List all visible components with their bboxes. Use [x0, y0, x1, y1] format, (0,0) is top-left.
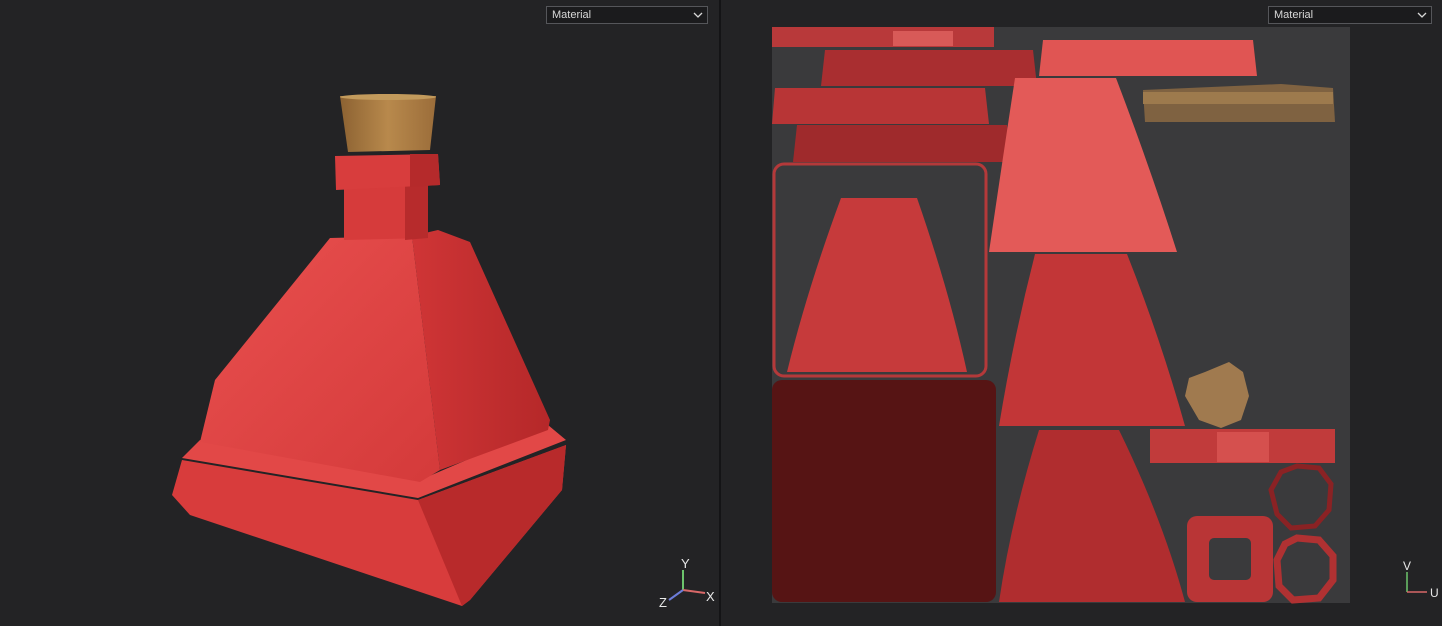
- chevron-down-icon: [1417, 12, 1427, 18]
- axis-gizmo[interactable]: Y X Z: [659, 556, 715, 610]
- uv-island-cork-band: [1143, 92, 1333, 104]
- x-axis-label: X: [706, 589, 715, 604]
- uv-viewport[interactable]: V U Material: [721, 0, 1442, 626]
- 3d-viewport[interactable]: Y X Z Material: [0, 0, 719, 626]
- cork-stopper: [340, 96, 436, 152]
- bottle-body-front: [200, 236, 440, 482]
- v-axis-label: V: [1403, 559, 1411, 573]
- cork-top: [340, 94, 436, 100]
- z-axis-label: Z: [659, 595, 667, 610]
- u-axis-label: U: [1430, 586, 1439, 600]
- bottle-lip-ring-shade: [410, 154, 440, 187]
- uv-axis-gizmo[interactable]: V U: [1403, 559, 1439, 600]
- uv-island-highlight: [893, 31, 953, 46]
- 3d-scene[interactable]: Y X Z: [0, 0, 719, 626]
- chevron-down-icon: [693, 12, 703, 18]
- z-axis-line: [668, 589, 684, 601]
- uv-view-mode-label: Material: [1274, 9, 1314, 21]
- uv-island-strip-3: [772, 88, 989, 124]
- bottle-neck-shade: [405, 185, 428, 240]
- uv-view-mode-dropdown[interactable]: Material: [1268, 6, 1432, 24]
- uv-island-strip-5: [1039, 40, 1257, 76]
- potion-bottle-model[interactable]: [172, 94, 566, 606]
- uv-island-neck-highlight: [1217, 432, 1269, 462]
- y-axis-label: Y: [681, 556, 690, 571]
- uv-island-strip-4: [793, 125, 1011, 162]
- uv-island-square-hole: [1209, 538, 1251, 580]
- uv-island-bottom-face: [772, 380, 996, 602]
- uv-island-strip-2: [821, 50, 1037, 86]
- view-mode-label: Material: [552, 9, 592, 21]
- uv-texture-canvas[interactable]: V U: [721, 0, 1442, 626]
- x-axis-line: [682, 589, 706, 594]
- uv-island-strip-1: [772, 27, 994, 47]
- view-mode-dropdown[interactable]: Material: [546, 6, 708, 24]
